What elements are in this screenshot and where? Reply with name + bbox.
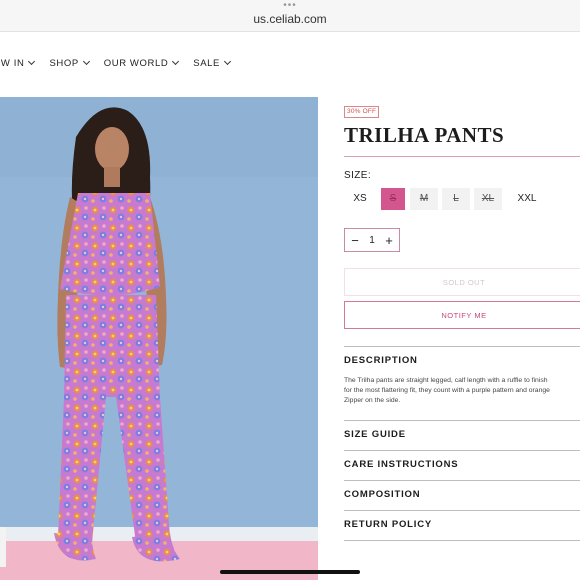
section-divider (344, 510, 580, 511)
quantity-increment-button[interactable]: + (383, 234, 395, 247)
browser-toolbar: ••• us.celiab.com (0, 0, 580, 32)
nav-item-sale[interactable]: SALE (193, 57, 232, 69)
browser-menu-dots[interactable]: ••• (0, 1, 580, 11)
nav-item-shop[interactable]: SHOP (49, 57, 90, 69)
section-divider (344, 346, 580, 347)
section-divider (344, 450, 580, 451)
size-label: SIZE: (344, 170, 372, 181)
size-option-xxl[interactable]: XXL (512, 188, 542, 210)
home-indicator[interactable] (220, 570, 360, 574)
section-divider (344, 540, 580, 541)
section-divider (344, 420, 580, 421)
discount-badge: 30% OFF (344, 106, 380, 118)
sold-out-button[interactable]: SOLD OUT (344, 268, 580, 296)
nav-item-label: OUR WORLD (103, 57, 169, 69)
size-option-l[interactable]: L (442, 188, 470, 210)
composition-toggle[interactable]: COMPOSITION (344, 489, 420, 500)
size-option-xl[interactable]: XL (474, 188, 502, 210)
nav-item-new-in[interactable]: EW IN (0, 57, 36, 69)
chevron-down-icon (172, 57, 180, 66)
title-divider (344, 156, 580, 157)
nav-item-label: SHOP (49, 57, 79, 69)
description-toggle[interactable]: DESCRIPTION (344, 355, 418, 366)
nav-item-label: EW IN (0, 57, 25, 69)
chevron-down-icon (223, 57, 232, 66)
size-option-s[interactable]: S (381, 188, 405, 210)
return-policy-toggle[interactable]: RETURN POLICY (344, 519, 432, 530)
section-divider (344, 480, 580, 481)
product-photo-illustration (0, 97, 318, 580)
size-option-m[interactable]: M (410, 188, 438, 210)
chevron-down-icon (28, 57, 36, 66)
main-nav: EW IN SHOP OUR WORLD SALE (0, 54, 245, 72)
quantity-stepper: − 1 + (344, 228, 400, 252)
chevron-down-icon (82, 57, 90, 66)
product-image[interactable] (0, 97, 318, 580)
nav-item-our-world[interactable]: OUR WORLD (103, 57, 180, 69)
size-guide-toggle[interactable]: SIZE GUIDE (344, 429, 406, 440)
notify-me-button[interactable]: NOTIFY ME (344, 301, 580, 329)
product-title: TRILHA PANTS (344, 123, 505, 147)
size-option-xs[interactable]: XS (346, 188, 374, 210)
nav-item-label: SALE (193, 57, 220, 69)
address-bar[interactable]: us.celiab.com (0, 12, 580, 26)
quantity-decrement-button[interactable]: − (349, 234, 361, 247)
quantity-value[interactable]: 1 (369, 235, 375, 246)
care-instructions-toggle[interactable]: CARE INSTRUCTIONS (344, 459, 458, 470)
description-text: The Trilha pants are straight legged, ca… (344, 377, 550, 404)
